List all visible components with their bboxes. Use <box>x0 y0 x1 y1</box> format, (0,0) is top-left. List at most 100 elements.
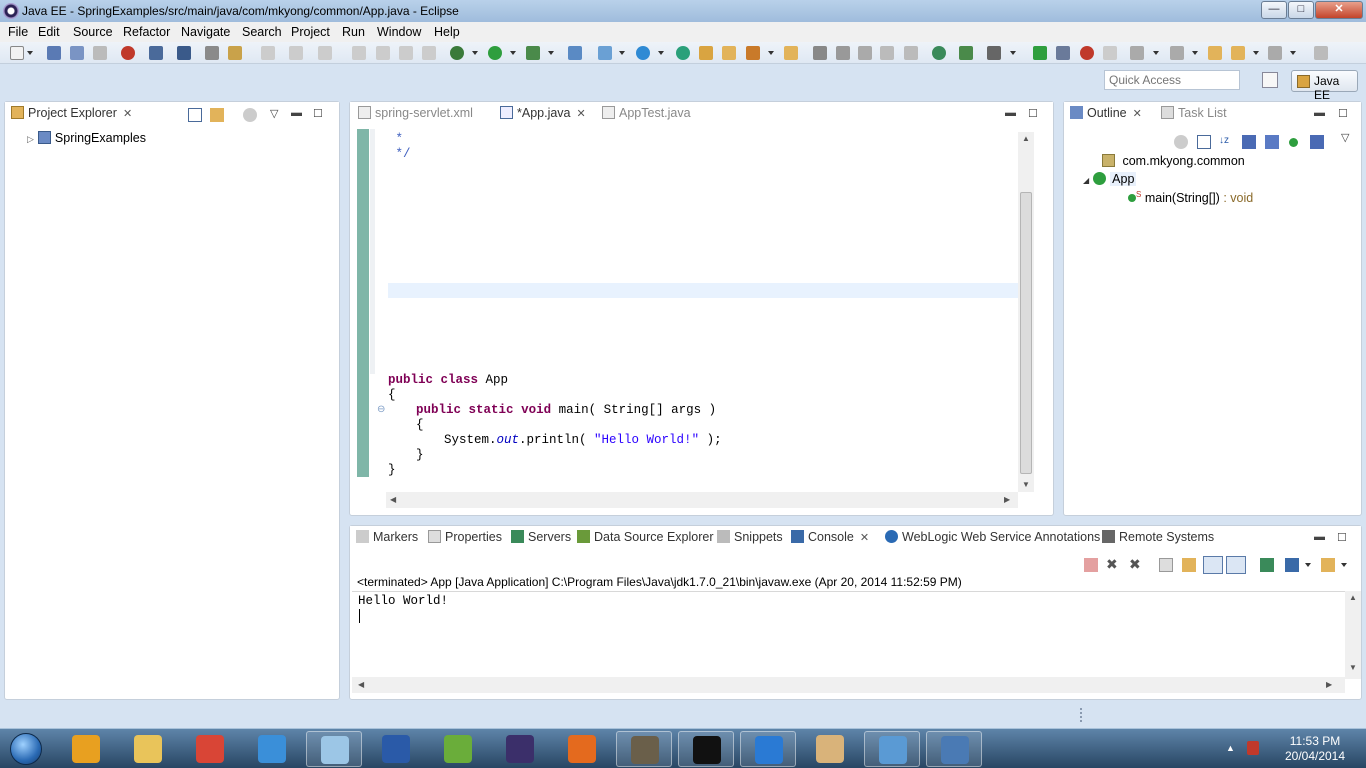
minimize-view-icon[interactable]: ▬ <box>1314 531 1325 543</box>
open-folder-icon[interactable] <box>722 46 736 60</box>
maximize-view-icon[interactable]: ☐ <box>1028 107 1038 120</box>
remove-all-terminated-icon[interactable]: ✖ <box>1129 556 1143 572</box>
chevron-down-icon[interactable] <box>619 51 625 55</box>
collapse-all-icon[interactable] <box>188 108 202 122</box>
debug-as-icon[interactable] <box>450 46 464 60</box>
pin-icon[interactable] <box>1314 46 1328 60</box>
server-icon[interactable] <box>149 46 163 60</box>
menu-edit[interactable]: Edit <box>38 25 60 39</box>
save-all-icon[interactable] <box>70 46 84 60</box>
step-filters-icon[interactable] <box>1056 46 1070 60</box>
link-with-editor-icon[interactable] <box>210 108 224 122</box>
run-last-icon[interactable] <box>959 46 973 60</box>
run-external-icon[interactable] <box>526 46 540 60</box>
taskbar-media-player-button[interactable] <box>58 731 114 767</box>
close-button[interactable]: ✕ <box>1315 1 1363 19</box>
run-icon[interactable] <box>488 46 502 60</box>
chevron-down-icon[interactable] <box>472 51 478 55</box>
taskbar-word-button[interactable] <box>368 731 424 767</box>
step-icon[interactable] <box>318 46 332 60</box>
tab-outline[interactable]: Outline ✕ <box>1070 106 1142 120</box>
chevron-down-icon[interactable] <box>27 51 33 55</box>
chevron-down-icon[interactable] <box>1153 51 1159 55</box>
outline-method[interactable]: S main(String[]) : void <box>1128 190 1253 205</box>
tab-project-explorer[interactable]: Project Explorer ✕ <box>11 106 132 120</box>
tab-properties[interactable]: Properties <box>428 530 502 544</box>
last-edit-location-icon[interactable] <box>1208 46 1222 60</box>
book-icon[interactable] <box>880 46 894 60</box>
undo-icon[interactable] <box>261 46 275 60</box>
close-icon[interactable]: ✕ <box>577 107 586 120</box>
maximize-view-icon[interactable]: ☐ <box>1338 107 1348 120</box>
taskbar-teamviewer-button[interactable] <box>740 731 796 767</box>
maximize-view-icon[interactable]: ☐ <box>1337 531 1347 544</box>
code-line-main-decl[interactable]: public static void main( String[] args ) <box>416 403 716 417</box>
tab-markers[interactable]: Markers <box>356 530 418 544</box>
scroll-up-icon[interactable]: ▲ <box>1349 593 1357 602</box>
outline-class[interactable]: ◢ App <box>1083 172 1137 186</box>
code-line-method-open-brace[interactable]: { <box>416 418 424 432</box>
show-on-stdout-icon[interactable] <box>1203 556 1223 574</box>
toggle-markers-icon[interactable] <box>177 46 191 60</box>
save-icon[interactable] <box>47 46 61 60</box>
close-icon[interactable]: ✕ <box>860 531 869 544</box>
clear-console-icon[interactable] <box>1159 558 1173 572</box>
code-line-class-decl[interactable]: public class App <box>388 373 508 387</box>
suspend-icon[interactable] <box>376 46 390 60</box>
back-history-icon[interactable] <box>987 46 1001 60</box>
terminate-icon[interactable] <box>399 46 413 60</box>
menu-help[interactable]: Help <box>434 25 460 39</box>
filter-icon[interactable] <box>243 108 257 122</box>
open-resource-icon[interactable] <box>784 46 798 60</box>
taskbar-winamp-button[interactable] <box>244 731 300 767</box>
chevron-down-icon[interactable] <box>658 51 664 55</box>
chevron-down-icon[interactable] <box>1290 51 1296 55</box>
disconnect-icon[interactable] <box>422 46 436 60</box>
open-type-icon[interactable] <box>676 46 690 60</box>
hide-fields-icon[interactable] <box>1174 135 1188 149</box>
clock[interactable]: 11:53 PM 20/04/2014 <box>1268 734 1362 764</box>
menu-project[interactable]: Project <box>291 25 330 39</box>
close-icon[interactable]: ✕ <box>1133 107 1142 120</box>
next-annotation-icon[interactable] <box>813 46 827 60</box>
console-horizontal-scrollbar[interactable]: ◀ ▶ <box>352 677 1345 693</box>
hide-local-types-icon[interactable] <box>1289 138 1298 147</box>
hand-icon[interactable] <box>1103 46 1117 60</box>
menu-file[interactable]: File <box>8 25 28 39</box>
minimize-button[interactable]: — <box>1261 1 1287 19</box>
back-icon[interactable] <box>1231 46 1245 60</box>
show-on-stderr-icon[interactable] <box>1226 556 1246 574</box>
chevron-down-icon[interactable] <box>1253 51 1259 55</box>
code-line-println[interactable]: System.out.println( "Hello World!" ); <box>444 433 722 447</box>
chevron-down-icon[interactable] <box>1341 563 1347 567</box>
tab-spring-servlet-xml[interactable]: spring-servlet.xml <box>358 106 473 120</box>
globe-icon[interactable] <box>932 46 946 60</box>
hide-static-icon[interactable] <box>1265 135 1279 149</box>
chevron-down-icon[interactable] <box>1010 51 1016 55</box>
terminate-icon[interactable] <box>1084 558 1098 572</box>
tab-weblogic-annotations[interactable]: WebLogic Web Service Annotations <box>885 530 1100 544</box>
tab-remote-systems[interactable]: Remote Systems <box>1102 530 1214 544</box>
hide-non-public-icon[interactable] <box>1242 135 1256 149</box>
taskbar-cmd-button[interactable] <box>678 731 734 767</box>
scroll-right-icon[interactable]: ▶ <box>1326 680 1332 689</box>
taskbar-chrome-button[interactable] <box>182 731 238 767</box>
menu-search[interactable]: Search <box>242 25 282 39</box>
pin-console-icon[interactable] <box>1260 558 1274 572</box>
minimize-view-icon[interactable]: ▬ <box>291 107 302 119</box>
redo-icon[interactable] <box>289 46 303 60</box>
taskbar-remote-desktop-button[interactable] <box>926 731 982 767</box>
console-vertical-scrollbar[interactable]: ▲ ▼ <box>1345 591 1361 679</box>
menu-source[interactable]: Source <box>73 25 113 39</box>
taskbar-control-panel-button[interactable] <box>864 731 920 767</box>
prev-annotation-icon[interactable] <box>836 46 850 60</box>
code-line-method-close-brace[interactable]: } <box>416 448 424 462</box>
chevron-down-icon[interactable] <box>1192 51 1198 55</box>
view-menu-icon[interactable]: ▽ <box>270 107 278 120</box>
maximize-button[interactable]: □ <box>1288 1 1314 19</box>
new-icon[interactable] <box>10 46 24 60</box>
new-package-icon[interactable] <box>598 46 612 60</box>
debug-icon[interactable] <box>121 46 135 60</box>
minimize-view-icon[interactable]: ▬ <box>1314 107 1325 119</box>
collapse-icon[interactable]: ◢ <box>1083 176 1089 185</box>
